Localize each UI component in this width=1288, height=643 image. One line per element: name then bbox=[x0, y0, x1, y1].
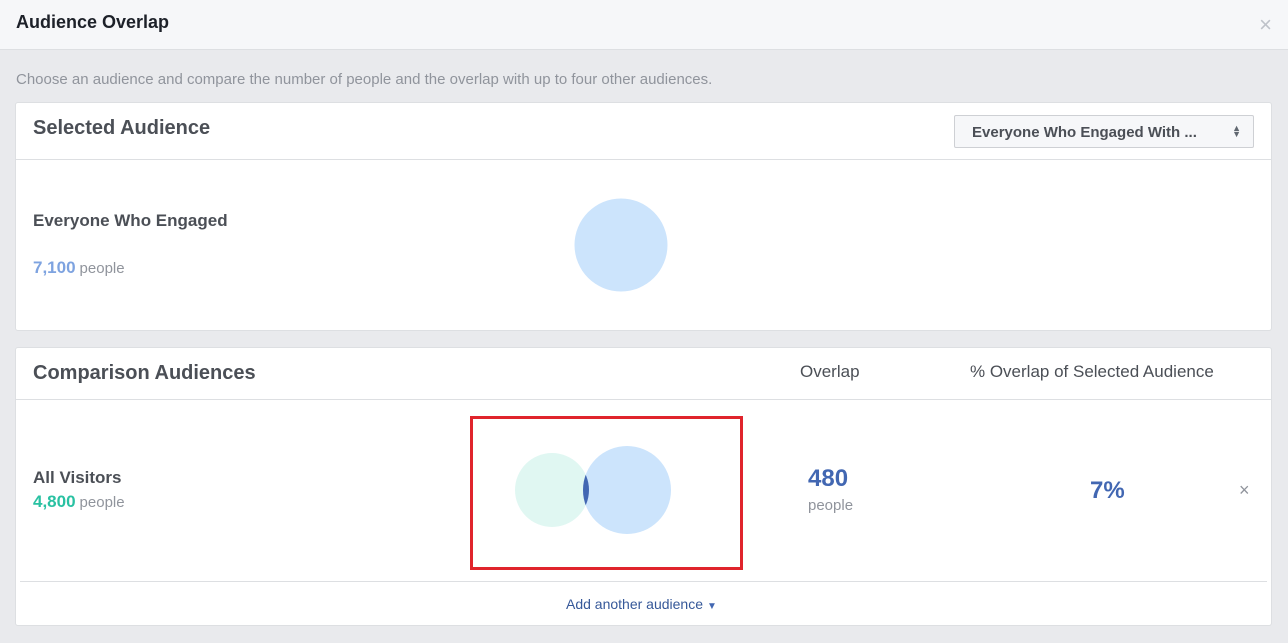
overlap-column-header: Overlap bbox=[800, 362, 860, 381]
caret-down-icon: ▼ bbox=[707, 601, 717, 612]
divider bbox=[16, 399, 1271, 400]
selected-audience-count: 7,100 people bbox=[33, 258, 125, 278]
dialog-header: Audience Overlap × bbox=[0, 0, 1288, 50]
select-caret-icon: ▲ ▼ bbox=[1232, 123, 1241, 139]
percent-overlap-value: 7% bbox=[1090, 477, 1125, 504]
dialog-title: Audience Overlap bbox=[16, 12, 170, 32]
selected-audience-circle bbox=[574, 198, 668, 292]
comparison-count-value: 4,800 bbox=[33, 492, 76, 511]
selected-audience-diagram bbox=[574, 198, 668, 292]
selected-audience-panel: Selected Audience Everyone Who Engaged W… bbox=[15, 102, 1272, 331]
intro-text: Choose an audience and compare the numbe… bbox=[16, 71, 713, 88]
remove-audience-icon[interactable]: × bbox=[1239, 480, 1250, 501]
selected-count-label: people bbox=[79, 260, 125, 277]
comparison-audiences-title: Comparison Audiences bbox=[33, 362, 256, 384]
comparison-audience-count: 4,800 people bbox=[33, 492, 125, 512]
add-another-audience-label: Add another audience bbox=[566, 596, 703, 612]
close-icon[interactable]: × bbox=[1259, 14, 1272, 36]
selected-audience-name: Everyone Who Engaged bbox=[33, 211, 228, 230]
divider bbox=[16, 159, 1271, 160]
comparison-audience-name: All Visitors bbox=[33, 468, 122, 487]
divider bbox=[20, 581, 1267, 582]
audience-select-value: Everyone Who Engaged With ... bbox=[972, 124, 1197, 141]
audience-select[interactable]: Everyone Who Engaged With ... ▲ ▼ bbox=[954, 115, 1254, 148]
comparison-count-label: people bbox=[79, 494, 125, 511]
add-another-audience-link[interactable]: Add another audience ▼ bbox=[566, 596, 717, 612]
selected-audience-title: Selected Audience bbox=[33, 117, 211, 139]
percent-overlap-column-header: % Overlap of Selected Audience bbox=[970, 362, 1214, 381]
overlap-count: 480 bbox=[808, 465, 849, 492]
highlight-box bbox=[470, 416, 743, 570]
selected-count-value: 7,100 bbox=[33, 258, 76, 277]
overlap-count-label: people bbox=[808, 497, 854, 514]
